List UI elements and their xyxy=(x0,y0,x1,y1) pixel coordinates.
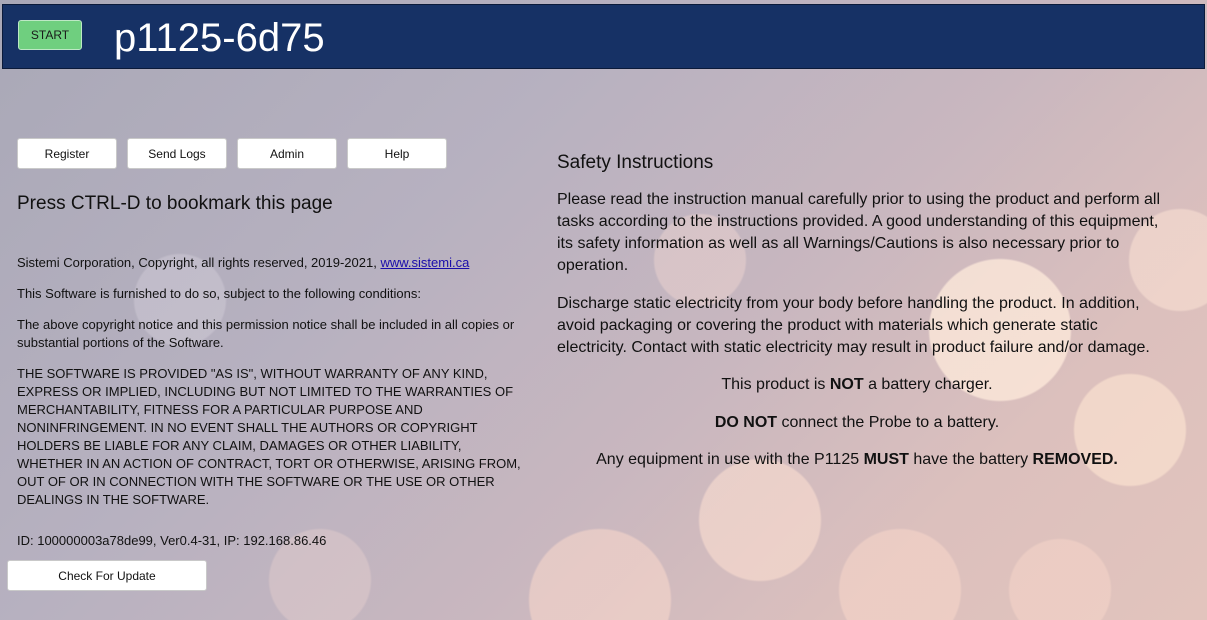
warranty-text: THE SOFTWARE IS PROVIDED "AS IS", WITHOU… xyxy=(17,366,521,507)
do-not-connect-line: DO NOT connect the Probe to a battery. xyxy=(557,414,1157,432)
battery-removed-line: Any equipment in use with the P1125 MUST… xyxy=(557,451,1157,469)
bookmark-hint: Press CTRL-D to bookmark this page xyxy=(17,193,333,214)
must-emphasis: MUST xyxy=(863,451,909,468)
not-charger-text-c: a battery charger. xyxy=(863,376,993,393)
check-update-button[interactable]: Check For Update xyxy=(7,560,207,591)
device-id-line: ID: 100000003a78de99, Ver0.4-31, IP: 192… xyxy=(17,533,327,548)
register-button[interactable]: Register xyxy=(17,138,117,169)
not-emphasis: NOT xyxy=(829,376,864,393)
send-logs-button[interactable]: Send Logs xyxy=(127,138,227,169)
sistemi-link[interactable]: www.sistemi.ca xyxy=(380,255,469,270)
safety-para-1: Please read the instruction manual caref… xyxy=(557,191,1160,274)
removed-emphasis: REMOVED. xyxy=(1032,451,1118,468)
do-not-connect-text: connect the Probe to a battery. xyxy=(777,414,1000,431)
equipment-text-c: have the battery xyxy=(908,451,1033,468)
equipment-text-a: Any equipment in use with the P1125 xyxy=(596,451,864,468)
safety-heading: Safety Instructions xyxy=(557,152,714,173)
admin-button[interactable]: Admin xyxy=(237,138,337,169)
notice-text: The above copyright notice and this perm… xyxy=(17,317,515,350)
safety-para-2: Discharge static electricity from your b… xyxy=(557,295,1150,356)
header-bar: START p1125-6d75 xyxy=(2,4,1205,69)
furnished-text: This Software is furnished to do so, sub… xyxy=(17,286,421,301)
copyright-line: Sistemi Corporation, Copyright, all righ… xyxy=(17,254,537,272)
start-button[interactable]: START xyxy=(18,20,82,50)
do-not-emphasis: DO NOT xyxy=(714,414,778,431)
help-button[interactable]: Help xyxy=(347,138,447,169)
page-title: p1125-6d75 xyxy=(114,16,325,60)
not-charger-text-a: This product is xyxy=(721,376,830,393)
copyright-text: Sistemi Corporation, Copyright, all righ… xyxy=(17,255,377,270)
not-charger-line: This product is NOT a battery charger. xyxy=(557,376,1157,394)
